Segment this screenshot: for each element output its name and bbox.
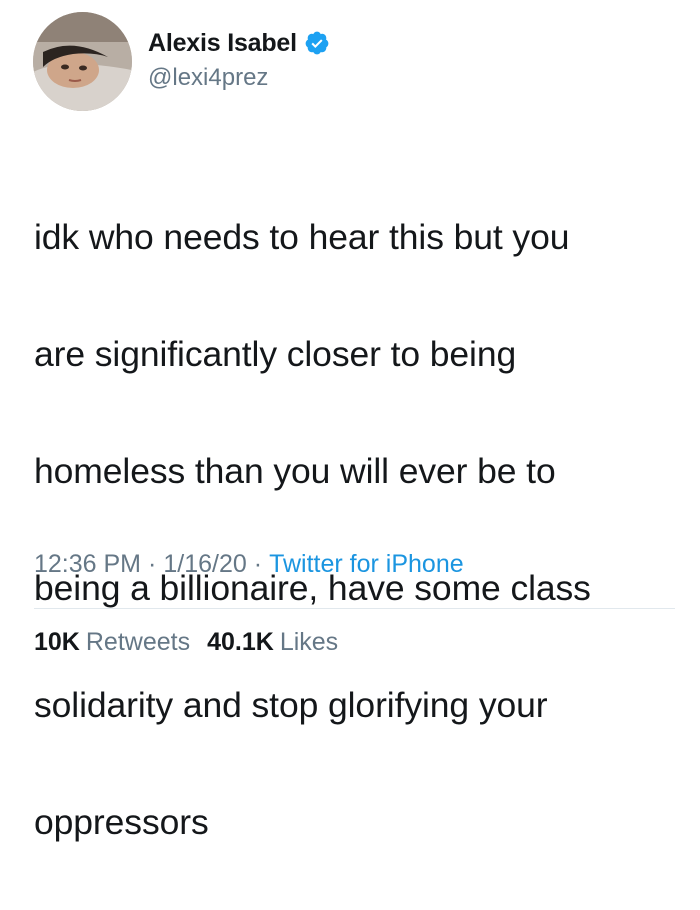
likes-label: Likes [279,628,339,656]
tweet-text-line: oppressors [34,801,209,842]
user-handle[interactable]: @lexi4prez [148,64,268,92]
engagement-stats: 10K Retweets 40.1K Likes [34,628,338,657]
name-row: Alexis Isabel [148,28,330,58]
tweet-text-line: are significantly closer to being [34,333,517,374]
retweets-label: Retweets [85,628,191,656]
avatar[interactable] [33,12,132,111]
tweet-card: Alexis Isabel @lexi4prez idk who needs t… [0,0,700,842]
likes-count: 40.1K [207,628,274,656]
tweet-source-link[interactable]: Twitter for iPhone [269,550,464,578]
tweet-text: idk who needs to hear this but you are s… [34,149,674,910]
retweets-count: 10K [34,628,80,656]
verified-badge-icon [304,30,330,56]
avatar-photo-icon [33,12,132,111]
tweet-time[interactable]: 12:36 PM [34,550,141,578]
tweet-metadata: 12:36 PM · 1/16/20 · Twitter for iPhone [34,550,464,579]
meta-separator: · [148,550,157,578]
tweet-text-line: idk who needs to hear this but you [34,216,570,257]
tweet-text-line: solidarity and stop glorifying your [34,684,548,725]
retweets-stat[interactable]: 10K Retweets [34,628,190,656]
tweet-date[interactable]: 1/16/20 [163,550,246,578]
tweet-text-line: homeless than you will ever be to [34,450,556,491]
divider [34,608,675,609]
display-name[interactable]: Alexis Isabel [148,29,297,58]
meta-separator: · [253,550,263,578]
likes-stat[interactable]: 40.1K Likes [207,628,338,656]
